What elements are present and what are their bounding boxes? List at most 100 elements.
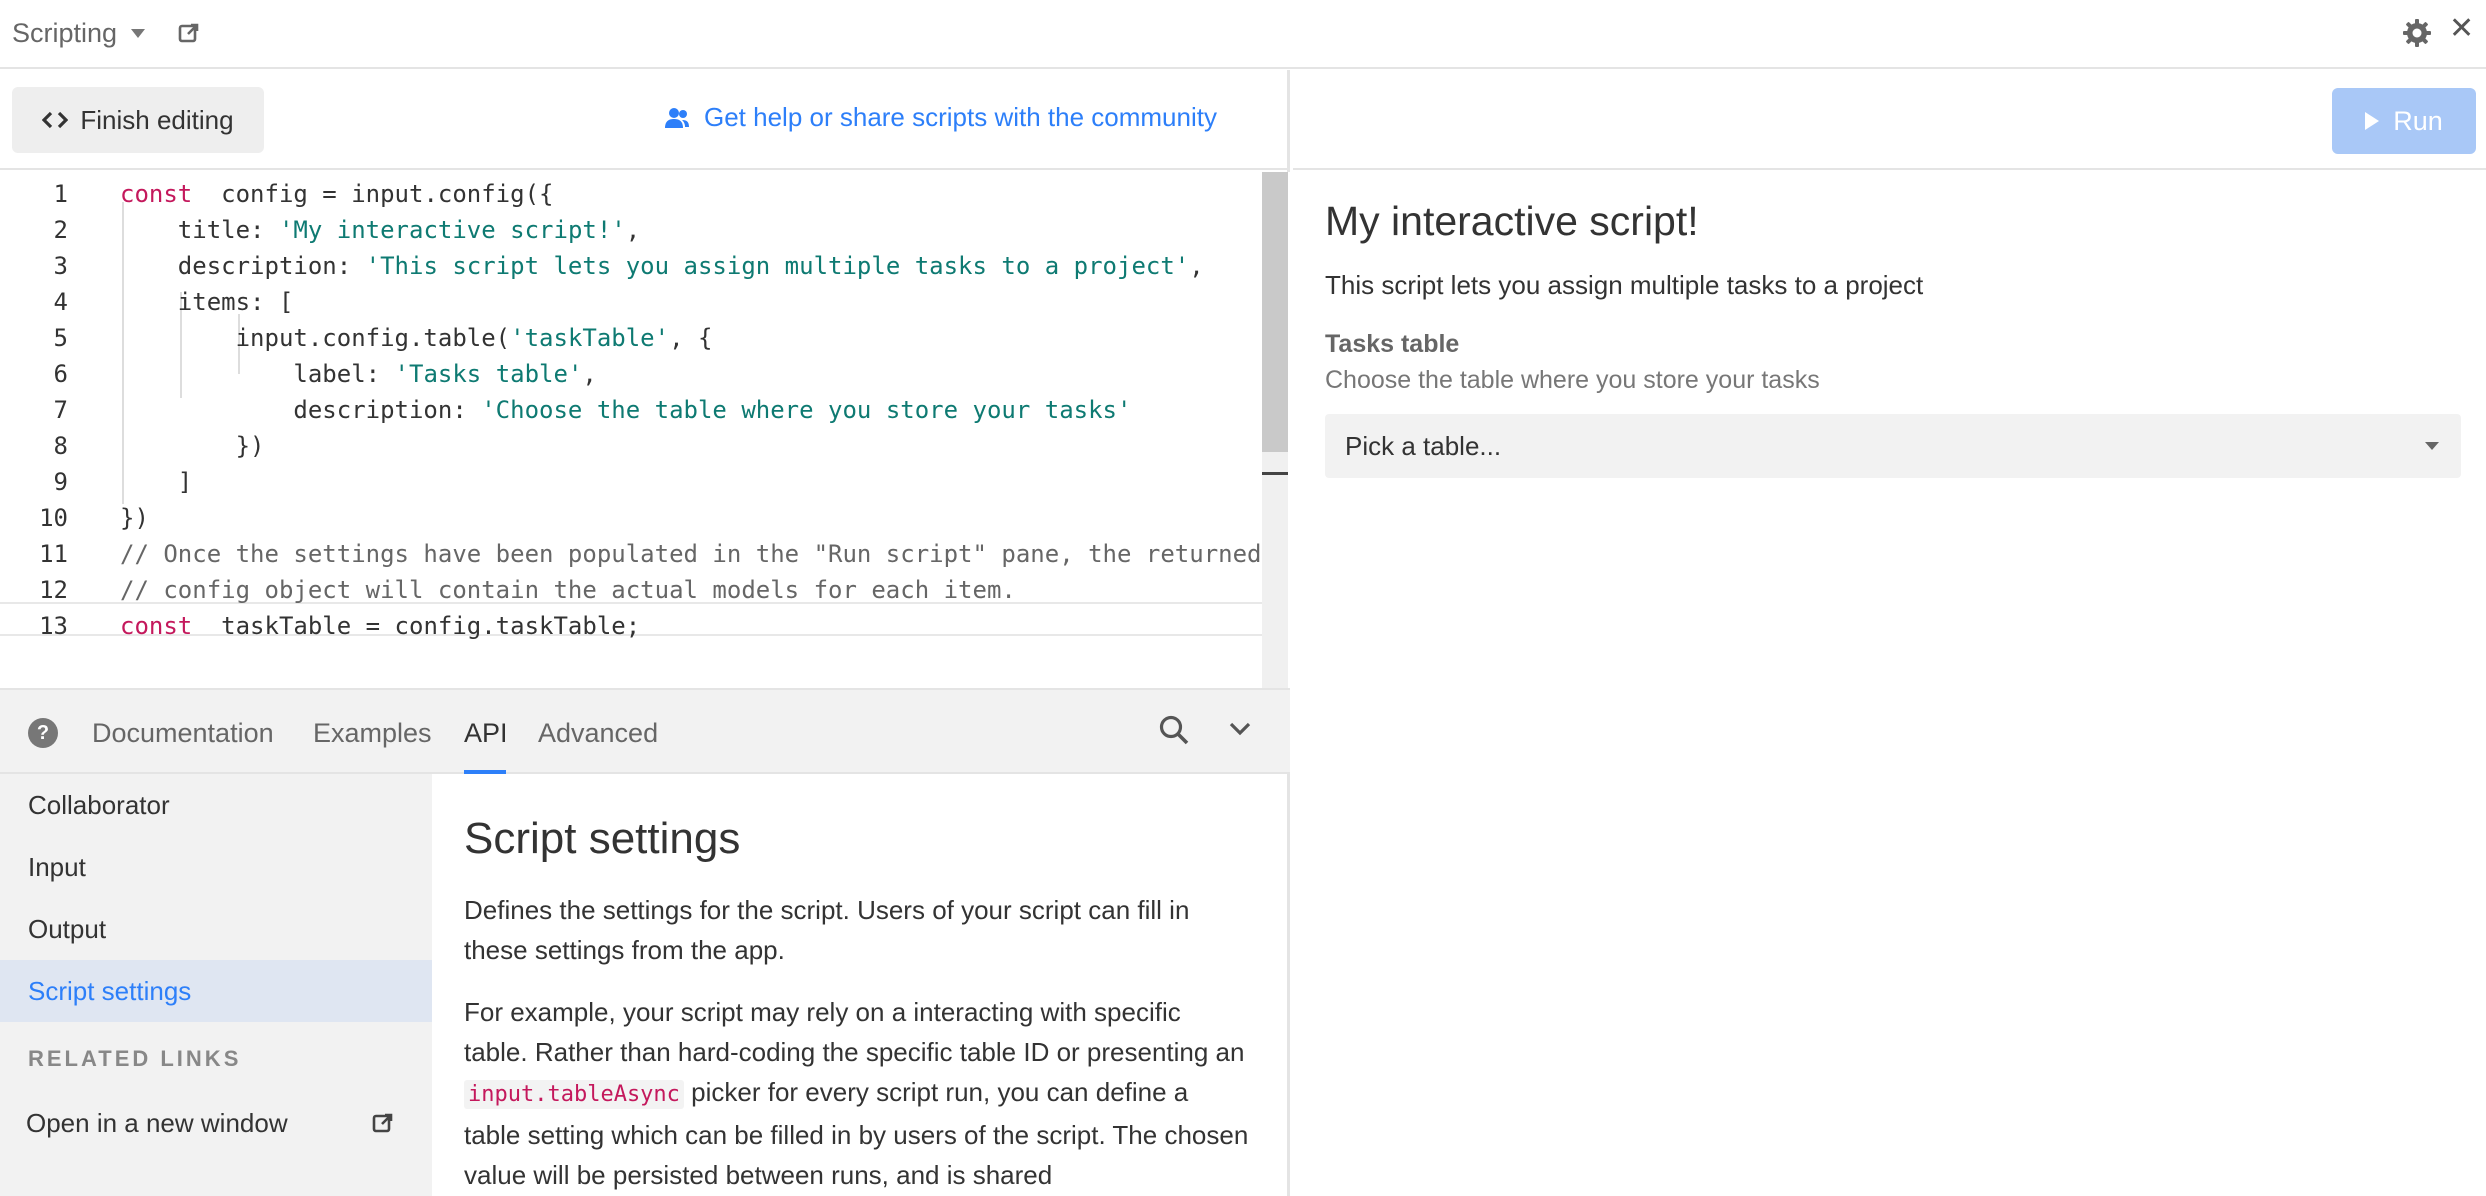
- scrollbar-cursor-marker: [1262, 472, 1288, 475]
- run-label: Run: [2393, 105, 2443, 136]
- line-number: 7: [53, 396, 68, 424]
- line-number: 11: [39, 540, 68, 568]
- code-token: items: [: [120, 288, 294, 316]
- code-token: ,: [1189, 252, 1204, 280]
- code-text: label: 'Tasks table',: [120, 356, 597, 392]
- code-text: // config object will contain the actual…: [120, 572, 1016, 608]
- code-text: title: 'My interactive script!',: [120, 212, 640, 248]
- code-text: // Once the settings have been populated…: [120, 536, 1262, 572]
- code-brackets-icon: [42, 111, 69, 129]
- run-button[interactable]: Run: [2332, 88, 2476, 154]
- code-keyword: const: [120, 612, 193, 640]
- external-link-icon[interactable]: [178, 22, 200, 44]
- related-links-heading: RELATED LINKS: [28, 1046, 242, 1071]
- chevron-down-icon: [2425, 442, 2439, 450]
- code-token: config = input.config({: [192, 180, 554, 208]
- docs-content: Script settings Defines the settings for…: [432, 774, 1287, 1196]
- code-line[interactable]: 6 label: 'Tasks table',: [0, 356, 1260, 392]
- tab-examples[interactable]: Examples: [313, 718, 432, 749]
- code-text: const config = input.config({: [120, 176, 553, 212]
- code-text: ]: [120, 464, 192, 500]
- code-text: description: 'Choose the table where you…: [120, 392, 1131, 428]
- docs-text: For example, your script may rely on a i…: [464, 997, 1245, 1067]
- code-line[interactable]: 13 const taskTable = config.taskTable;: [0, 608, 1260, 644]
- setting-label: Tasks table: [1325, 330, 1460, 358]
- code-line[interactable]: 5 input.config.table('taskTable', {: [0, 320, 1260, 356]
- tab-api[interactable]: API: [464, 718, 508, 749]
- code-line[interactable]: 10}): [0, 500, 1260, 536]
- code-line[interactable]: 9 ]: [0, 464, 1260, 500]
- line-number: 13: [39, 612, 68, 640]
- search-icon[interactable]: [1158, 714, 1190, 746]
- line-number: 6: [53, 360, 68, 388]
- code-editor[interactable]: 1 const config = input.config({2 title: '…: [0, 172, 1290, 688]
- code-token: , {: [669, 324, 713, 352]
- code-keyword: const: [120, 180, 193, 208]
- code-line[interactable]: 2 title: 'My interactive script!',: [0, 212, 1260, 248]
- code-string: 'taskTable': [510, 324, 670, 352]
- nav-item-collaborator[interactable]: Collaborator: [0, 774, 432, 836]
- code-string: 'Choose the table where you store your t…: [481, 396, 1132, 424]
- users-icon: [665, 107, 689, 128]
- community-help-link[interactable]: Get help or share scripts with the commu…: [664, 102, 1217, 133]
- editor-column: Finish editing Get help or share scripts…: [0, 70, 1290, 1196]
- line-number: 9: [53, 468, 68, 496]
- code-text: const taskTable = config.taskTable;: [120, 608, 640, 644]
- code-line[interactable]: 4 items: [: [0, 284, 1260, 320]
- line-number: 10: [39, 504, 68, 532]
- code-token: description:: [120, 396, 482, 424]
- code-string: 'Tasks table': [394, 360, 583, 388]
- line-number: 8: [53, 432, 68, 460]
- chevron-down-icon[interactable]: [1228, 720, 1252, 738]
- title-bar: Scripting ✕: [0, 0, 2486, 69]
- line-number: 1: [53, 180, 68, 208]
- code-text: description: 'This script lets you assig…: [120, 248, 1204, 284]
- code-line[interactable]: 1 const config = input.config({: [0, 176, 1260, 212]
- code-text: }): [120, 428, 265, 464]
- code-comment: // config object will contain the actual…: [120, 576, 1016, 604]
- code-line[interactable]: 7 description: 'Choose the table where y…: [0, 392, 1260, 428]
- docs-heading: Script settings: [464, 814, 741, 863]
- code-line[interactable]: 11 // Once the settings have been populat…: [0, 536, 1262, 572]
- inline-code: input.tableAsync: [464, 1080, 684, 1109]
- code-line[interactable]: 3 description: 'This script lets you ass…: [0, 248, 1260, 284]
- tab-documentation[interactable]: Documentation: [92, 718, 274, 749]
- nav-item-script-settings[interactable]: Script settings: [0, 960, 432, 1022]
- code-text: input.config.table('taskTable', {: [120, 320, 713, 356]
- open-new-window-link[interactable]: Open in a new window: [0, 1092, 432, 1154]
- play-icon: [2365, 112, 2380, 130]
- line-number: 4: [53, 288, 68, 316]
- code-line[interactable]: 12 // config object will contain the actu…: [0, 572, 1260, 608]
- code-string: 'My interactive script!': [278, 216, 626, 244]
- tab-advanced[interactable]: Advanced: [538, 718, 658, 749]
- code-token: }): [120, 504, 149, 532]
- nav-item-output[interactable]: Output: [0, 898, 432, 960]
- table-picker-placeholder: Pick a table...: [1345, 431, 1502, 461]
- line-number: 2: [53, 216, 68, 244]
- code-token: description:: [120, 252, 366, 280]
- code-token: input.config.table(: [120, 324, 511, 352]
- table-picker-select[interactable]: Pick a table...: [1325, 414, 2461, 478]
- gear-icon[interactable]: [2402, 18, 2432, 48]
- code-token: label:: [120, 360, 395, 388]
- docs-tab-bar: ? Documentation Examples API Advanced: [0, 688, 1290, 774]
- finish-editing-button[interactable]: Finish editing: [12, 87, 264, 153]
- code-token: title:: [120, 216, 279, 244]
- close-icon[interactable]: ✕: [2449, 14, 2474, 44]
- setting-description: Choose the table where you store your ta…: [1325, 366, 1820, 394]
- docs-sidebar: Collaborator Input Output Script setting…: [0, 774, 432, 1196]
- editor-toolbar: Finish editing Get help or share scripts…: [0, 70, 1290, 170]
- code-line[interactable]: 8 }): [0, 428, 1260, 464]
- nav-item-input[interactable]: Input: [0, 836, 432, 898]
- app-title-dropdown[interactable]: Scripting: [12, 18, 146, 49]
- code-token: ,: [625, 216, 641, 244]
- app-title: Scripting: [12, 18, 118, 48]
- open-new-window-label: Open in a new window: [26, 1108, 288, 1138]
- run-pane: Run My interactive script! This script l…: [1293, 70, 2486, 1196]
- external-link-icon: [372, 1113, 393, 1133]
- code-string: 'This script lets you assign multiple ta…: [365, 252, 1190, 280]
- help-icon[interactable]: ?: [28, 718, 58, 748]
- code-token: ,: [582, 360, 597, 388]
- vertical-scrollbar-thumb[interactable]: [1262, 172, 1288, 452]
- script-description: This script lets you assign multiple tas…: [1325, 270, 1924, 300]
